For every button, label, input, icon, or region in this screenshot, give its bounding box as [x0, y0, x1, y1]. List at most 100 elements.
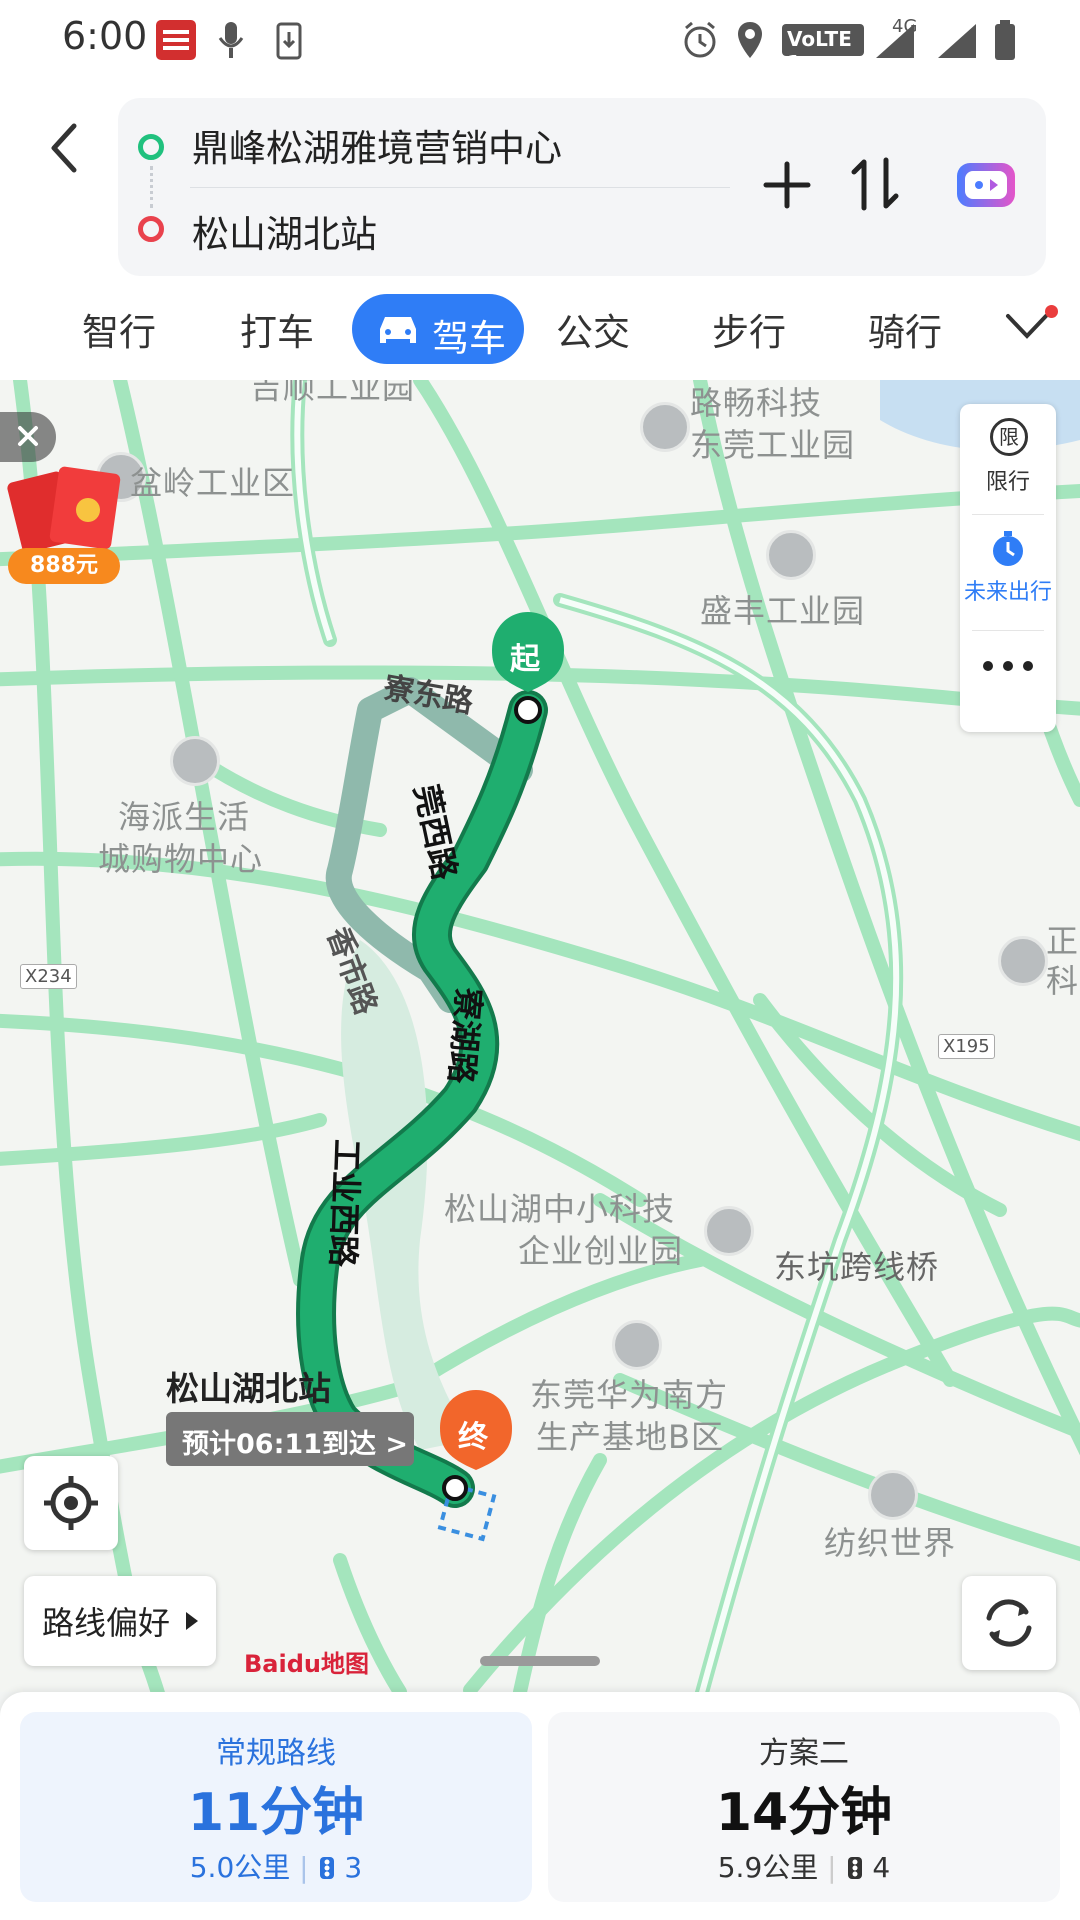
- origin-dot-icon: [138, 134, 164, 160]
- tab-drive-label: 驾车: [432, 317, 506, 360]
- destination-label: 松山湖北站: [166, 1369, 331, 1408]
- route-option-distance: 5.9公里: [717, 1851, 819, 1884]
- tab-drive[interactable]: 驾车: [352, 294, 524, 364]
- tab-walk[interactable]: 步行: [712, 302, 786, 356]
- divider: [972, 514, 1044, 515]
- locate-button[interactable]: [24, 1456, 118, 1550]
- place-label: 城购物中心: [98, 840, 264, 878]
- eta-label: 预计06:11到达 >: [182, 1429, 408, 1460]
- poi-icon: [612, 1320, 662, 1370]
- divider: [972, 630, 1044, 631]
- future-travel-button[interactable]: 未来出行: [960, 522, 1056, 622]
- traffic-limit-button[interactable]: 限 限行: [960, 404, 1056, 504]
- future-travel-label: 未来出行: [963, 580, 1052, 605]
- status-bar: 6:00 VoLTE 1 4G: [0, 0, 1080, 80]
- poi-icon: [640, 402, 690, 452]
- place-label: 海派生活: [118, 798, 251, 836]
- add-waypoint-icon[interactable]: [762, 160, 812, 210]
- tab-bike[interactable]: 骑行: [868, 302, 942, 356]
- red-packet-promo[interactable]: 888元: [6, 466, 126, 586]
- route-divider: [190, 187, 730, 188]
- poi-icon: [170, 736, 220, 786]
- map-view[interactable]: 起 终 寮东路 莞西路 寮湖路 工业西路 香市路 盆岭工业区 吉顺工业园 路畅科…: [0, 380, 1080, 1692]
- chevron-down-icon[interactable]: [1004, 310, 1050, 342]
- microphone-icon: [218, 22, 244, 58]
- limit-icon: 限: [990, 418, 1028, 456]
- status-time: 6:00: [62, 14, 148, 58]
- tab-taxi[interactable]: 打车: [240, 302, 314, 356]
- route-option-name: 常规路线: [216, 1736, 336, 1771]
- route-option-duration: 14分钟: [715, 1783, 893, 1843]
- place-label: 纺织世界: [824, 1524, 957, 1562]
- route-option-duration: 11分钟: [187, 1783, 365, 1843]
- route-option-card[interactable]: 常规路线 11分钟 5.0公里 | 3: [20, 1712, 532, 1902]
- crosshair-icon: [44, 1476, 98, 1530]
- location-icon: [738, 22, 762, 58]
- origin-input[interactable]: 鼎峰松湖雅境营销中心: [192, 118, 562, 172]
- place-label: 生产基地B区: [536, 1418, 724, 1456]
- red-packet-amount: 888元: [8, 548, 120, 584]
- limit-label: 限行: [985, 470, 1030, 495]
- route-connector: [150, 166, 153, 208]
- road-network: [0, 380, 1080, 1692]
- place-label: 吉顺工业园: [250, 380, 416, 406]
- eta-badge[interactable]: 预计06:11到达 >: [166, 1412, 414, 1466]
- traffic-light-icon: [847, 1857, 862, 1879]
- volte-badge: VoLTE 1: [782, 24, 864, 75]
- map-controls-panel: 限 限行 未来出行: [960, 404, 1056, 732]
- back-arrow-icon[interactable]: [44, 118, 84, 178]
- download-icon: [276, 22, 302, 60]
- tab-bus[interactable]: 公交: [556, 302, 630, 356]
- route-option-distance: 5.0公里: [189, 1851, 291, 1884]
- refresh-button[interactable]: [962, 1576, 1056, 1670]
- close-promo-button[interactable]: [0, 412, 56, 462]
- route-option-meta: 5.0公里 | 3: [189, 1851, 363, 1884]
- place-label: 松山湖中小科技: [444, 1190, 676, 1228]
- notification-dot: [1045, 305, 1058, 318]
- poi-icon: [766, 530, 816, 580]
- route-preference-button[interactable]: 路线偏好: [24, 1576, 216, 1666]
- place-label: 东坑跨线桥: [774, 1248, 940, 1286]
- route-option-meta: 5.9公里 | 4: [717, 1851, 891, 1884]
- signal-icon-2: [938, 24, 976, 58]
- place-label: 企业创业园: [518, 1232, 684, 1270]
- road-label: 寮湖路: [441, 986, 489, 1086]
- road-shield: X234: [20, 964, 77, 989]
- poi-icon: [998, 936, 1048, 986]
- close-icon: [18, 426, 38, 446]
- poi-icon: [704, 1206, 754, 1256]
- drag-handle[interactable]: [480, 1656, 600, 1666]
- end-marker[interactable]: 终: [458, 1412, 488, 1456]
- place-label: 东莞工业园: [690, 426, 856, 464]
- route-preference-label: 路线偏好: [42, 1604, 171, 1642]
- place-label: 东莞华为南方: [530, 1376, 729, 1414]
- tab-smart[interactable]: 智行: [82, 302, 156, 356]
- baidu-logo: Baidu地图: [244, 1650, 369, 1678]
- route-option-lights: 3: [344, 1851, 363, 1884]
- route-option-lights: 4: [872, 1851, 891, 1884]
- route-option-card[interactable]: 方案二 14分钟 5.9公里 | 4: [548, 1712, 1060, 1902]
- place-label: 盆岭工业区: [130, 464, 296, 502]
- road-label: 工业西路: [323, 1138, 367, 1268]
- destination-dot-icon: [138, 216, 164, 242]
- car-icon: [380, 317, 416, 343]
- ai-assistant-icon[interactable]: [954, 160, 1018, 210]
- more-icon[interactable]: [980, 658, 1036, 674]
- swap-route-icon[interactable]: [850, 156, 900, 212]
- place-label: 科: [1046, 962, 1080, 1000]
- alarm-icon: [684, 21, 716, 58]
- signal-icon-1: [876, 24, 914, 58]
- destination-input[interactable]: 松山湖北站: [192, 204, 377, 258]
- traffic-light-icon: [319, 1857, 334, 1879]
- battery-icon: [995, 20, 1015, 60]
- place-label: 路畅科技: [690, 384, 823, 422]
- triangle-right-icon: [186, 1612, 198, 1630]
- poi-icon: [868, 1470, 918, 1520]
- netease-app-icon: [156, 20, 196, 60]
- start-marker[interactable]: 起: [510, 634, 540, 678]
- refresh-icon: [986, 1599, 1032, 1647]
- road-shield: X195: [938, 1034, 995, 1059]
- red-envelope-icon: [7, 466, 121, 553]
- place-label: 盛丰工业园: [700, 592, 866, 630]
- timer-icon: [993, 531, 1023, 566]
